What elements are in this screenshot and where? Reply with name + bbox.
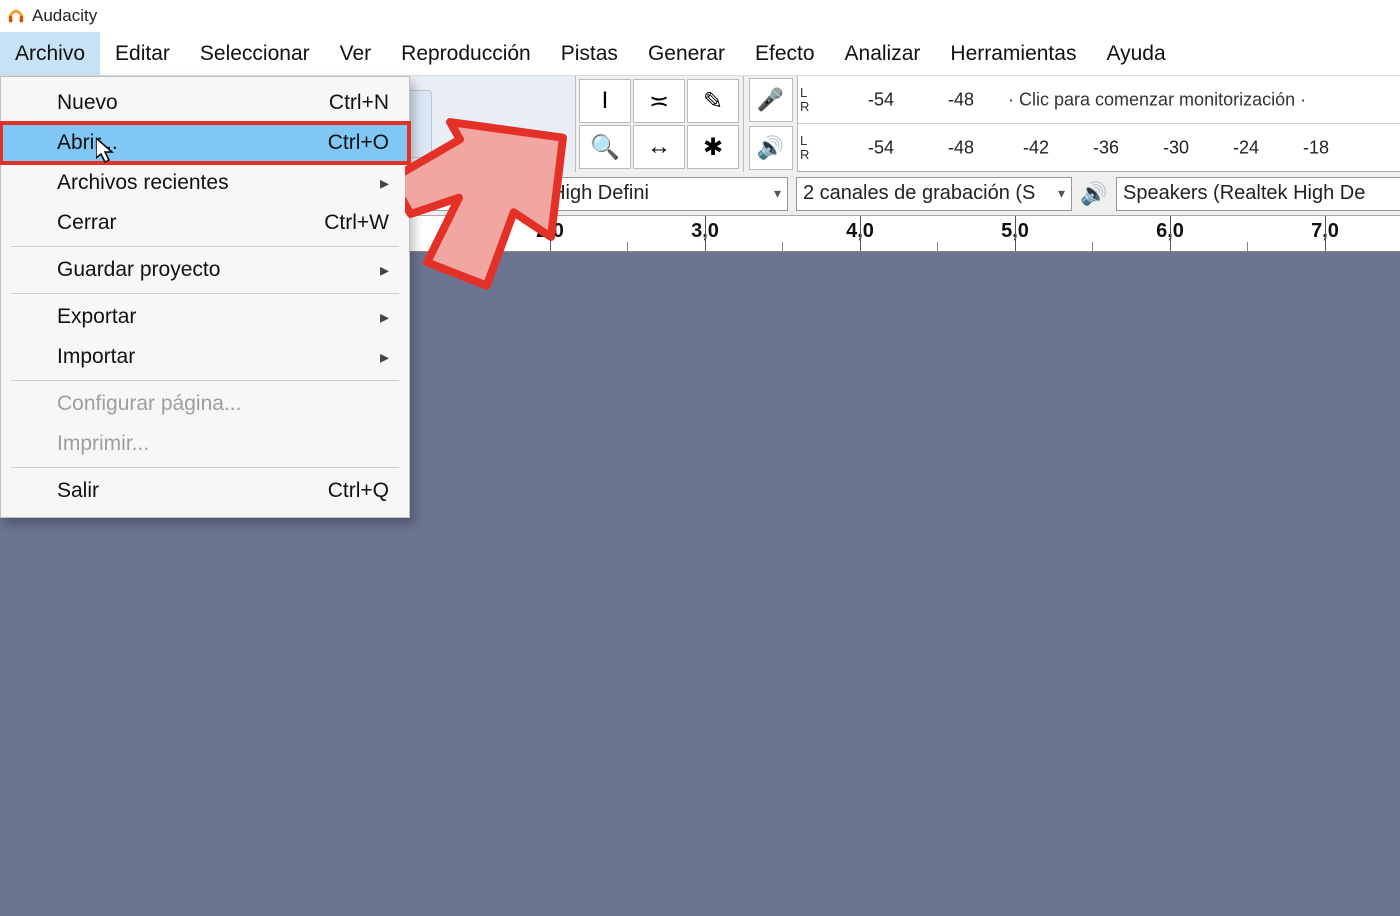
- chevron-down-icon: ▾: [1050, 185, 1065, 202]
- db-label: -42: [1023, 137, 1049, 158]
- recording-meter-hint: · Clic para comenzar monitorización ·: [1008, 89, 1306, 110]
- db-label: -24: [1233, 137, 1259, 158]
- envelope-tool[interactable]: ≍: [633, 79, 685, 123]
- menu-item-label: Importar: [57, 345, 135, 369]
- recording-device-value: hone (Realtek High Defini: [421, 182, 649, 205]
- menu-bar: Archivo Editar Seleccionar Ver Reproducc…: [0, 32, 1400, 76]
- menu-item-shortcut: Ctrl+Q: [328, 479, 389, 503]
- menu-item-salir[interactable]: Salir Ctrl+Q: [1, 471, 409, 511]
- menu-herramientas[interactable]: Herramientas: [935, 32, 1091, 75]
- menu-item-label: Cerrar: [57, 211, 117, 235]
- menu-item-label: Guardar proyecto: [57, 258, 220, 282]
- mic-icon: 🎤: [749, 78, 793, 122]
- chevron-right-icon: ▸: [380, 260, 389, 281]
- file-menu-dropdown: Nuevo Ctrl+N Abrir... Ctrl+O Archivos re…: [0, 76, 410, 518]
- menu-ver[interactable]: Ver: [325, 32, 387, 75]
- menu-archivo[interactable]: Archivo: [0, 32, 100, 75]
- speaker-icon: 🔊: [1076, 181, 1112, 207]
- menu-item-abrir[interactable]: Abrir... Ctrl+O: [1, 123, 409, 163]
- menu-item-label: Archivos recientes: [57, 171, 229, 195]
- menu-separator: [11, 246, 399, 247]
- menu-item-nuevo[interactable]: Nuevo Ctrl+N: [1, 83, 409, 123]
- db-label: -36: [1093, 137, 1119, 158]
- playback-meter[interactable]: LR -54 -48 -42 -36 -30 -24 -18: [798, 124, 1400, 171]
- menu-item-configurar-pagina: Configurar página...: [1, 384, 409, 424]
- menu-item-label: Exportar: [57, 305, 136, 329]
- recording-meter[interactable]: LR -54 -48 · Clic para comenzar monitori…: [798, 76, 1400, 124]
- app-icon: [6, 6, 26, 26]
- menu-generar[interactable]: Generar: [633, 32, 740, 75]
- chevron-right-icon: ▸: [380, 347, 389, 368]
- menu-efecto[interactable]: Efecto: [740, 32, 830, 75]
- menu-item-archivos-recientes[interactable]: Archivos recientes ▸: [1, 163, 409, 203]
- tools-toolbar: I ≍ ✎ 🔍 ↔ ✱: [576, 76, 744, 172]
- menu-separator: [11, 467, 399, 468]
- menu-item-guardar-proyecto[interactable]: Guardar proyecto ▸: [1, 250, 409, 290]
- menu-analizar[interactable]: Analizar: [830, 32, 936, 75]
- menu-ayuda[interactable]: Ayuda: [1091, 32, 1180, 75]
- db-label: -48: [948, 137, 974, 158]
- meter-lr-play: LR: [798, 134, 816, 162]
- mic-speaker-icons: 🎤 🔊: [744, 76, 798, 172]
- menu-item-label: Abrir...: [57, 131, 118, 155]
- db-label: -54: [868, 89, 894, 110]
- chevron-right-icon: ▸: [380, 173, 389, 194]
- recording-device-dropdown[interactable]: hone (Realtek High Defini ▾: [414, 177, 788, 211]
- recording-channels-dropdown[interactable]: 2 canales de grabación (S ▾: [796, 177, 1072, 211]
- menu-item-label: Imprimir...: [57, 432, 149, 456]
- menu-seleccionar[interactable]: Seleccionar: [185, 32, 325, 75]
- menu-item-shortcut: Ctrl+O: [328, 131, 389, 155]
- menu-separator: [11, 380, 399, 381]
- title-bar: Audacity: [0, 0, 1400, 32]
- menu-reproduccion[interactable]: Reproducción: [386, 32, 546, 75]
- db-label: -30: [1163, 137, 1189, 158]
- playback-device-value: Speakers (Realtek High De: [1123, 182, 1365, 205]
- menu-item-label: Salir: [57, 479, 99, 503]
- app-title: Audacity: [32, 6, 97, 26]
- multi-tool[interactable]: ✱: [687, 125, 739, 169]
- chevron-down-icon: ▾: [766, 185, 781, 202]
- db-label: -48: [948, 89, 974, 110]
- menu-item-label: Configurar página...: [57, 392, 241, 416]
- menu-item-importar[interactable]: Importar ▸: [1, 337, 409, 377]
- menu-item-shortcut: Ctrl+W: [324, 211, 389, 235]
- chevron-right-icon: ▸: [380, 307, 389, 328]
- menu-item-imprimir: Imprimir...: [1, 424, 409, 464]
- selection-tool[interactable]: I: [579, 79, 631, 123]
- menu-editar[interactable]: Editar: [100, 32, 185, 75]
- meter-lr-rec: LR: [798, 86, 816, 114]
- playback-device-dropdown[interactable]: Speakers (Realtek High De: [1116, 177, 1400, 211]
- menu-item-exportar[interactable]: Exportar ▸: [1, 297, 409, 337]
- menu-pistas[interactable]: Pistas: [546, 32, 633, 75]
- zoom-tool[interactable]: 🔍: [579, 125, 631, 169]
- db-label: -18: [1303, 137, 1329, 158]
- draw-tool[interactable]: ✎: [687, 79, 739, 123]
- recording-channels-value: 2 canales de grabación (S: [803, 182, 1035, 205]
- db-label: -54: [868, 137, 894, 158]
- speaker-icon: 🔊: [749, 126, 793, 170]
- timeshift-tool[interactable]: ↔: [633, 125, 685, 169]
- menu-item-label: Nuevo: [57, 91, 118, 115]
- meters: LR -54 -48 · Clic para comenzar monitori…: [798, 76, 1400, 171]
- menu-separator: [11, 293, 399, 294]
- menu-item-cerrar[interactable]: Cerrar Ctrl+W: [1, 203, 409, 243]
- menu-item-shortcut: Ctrl+N: [329, 91, 389, 115]
